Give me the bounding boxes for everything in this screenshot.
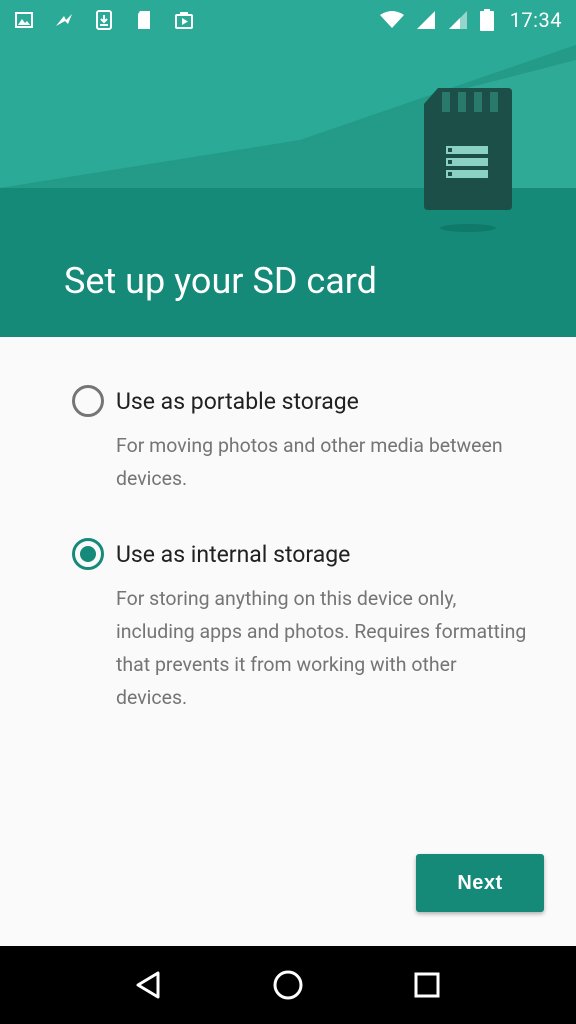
page-title: Set up your SD card: [64, 260, 377, 302]
wifi-icon: [379, 11, 404, 28]
recents-icon: [414, 972, 440, 998]
option-description: For storing anything on this device only…: [116, 587, 527, 709]
option-label[interactable]: Use as internal storage: [116, 541, 350, 568]
status-bar: 17:34: [0, 0, 576, 40]
signal-app-icon: [56, 14, 72, 26]
option-label[interactable]: Use as portable storage: [116, 388, 359, 415]
setup-header: 17:34 Set up your SD card: [0, 0, 576, 337]
cell-signal-icon: [416, 11, 435, 29]
option-portable-storage[interactable]: Use as portable storage For moving photo…: [72, 385, 532, 495]
navigation-bar: [0, 946, 576, 1024]
radio-portable-storage[interactable]: [72, 385, 104, 417]
download-icon: [96, 10, 112, 30]
option-description: For moving photos and other media betwee…: [116, 434, 503, 490]
home-button[interactable]: [264, 961, 312, 1009]
option-internal-storage[interactable]: Use as internal storage For storing anyt…: [72, 538, 532, 714]
next-button[interactable]: Next: [416, 854, 544, 912]
battery-icon: [479, 9, 494, 31]
home-icon: [273, 970, 303, 1000]
sd-card-icon: [138, 11, 150, 29]
status-clock: 17:34: [509, 8, 562, 32]
cell-signal-2-icon: [448, 11, 467, 29]
radio-internal-storage[interactable]: [72, 538, 104, 570]
back-button[interactable]: [125, 961, 173, 1009]
back-icon: [136, 971, 160, 999]
gallery-icon: [15, 12, 33, 28]
recents-button[interactable]: [403, 961, 451, 1009]
sd-card-illustration: [424, 88, 512, 232]
play-store-icon: [175, 12, 193, 29]
